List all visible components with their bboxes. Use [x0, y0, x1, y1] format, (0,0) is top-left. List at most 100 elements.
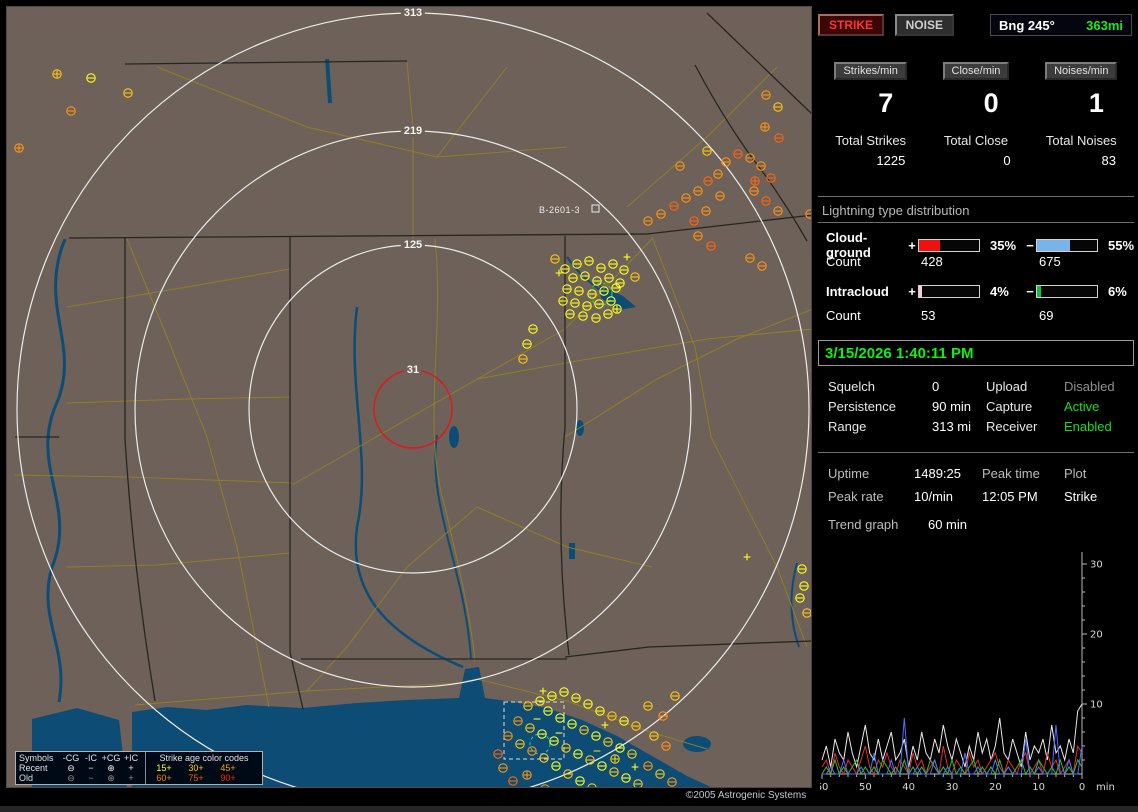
rate-badges-row: Strikes/min Close/min Noises/min — [818, 62, 1134, 80]
legend-old-label: Old — [19, 773, 34, 783]
rate-values-row: 7 0 1 — [818, 88, 1134, 119]
divider — [818, 222, 1134, 223]
total-close-value: 0 — [1003, 153, 1011, 168]
plot-label: Plot — [1064, 466, 1087, 481]
range-label: Range — [828, 418, 867, 434]
receiver-status-table: Squelch 0 Upload Disabled Persistence 90… — [818, 376, 1134, 436]
storm-cell-label: B-2601-3 — [539, 205, 581, 215]
age-45: 45+ — [220, 763, 236, 773]
trend-graph-header: Trend graph 60 min — [828, 517, 967, 532]
svg-text:min: min — [1096, 782, 1115, 793]
capture-label: Capture — [986, 398, 1033, 414]
ic-neg-pct: 6% — [1108, 284, 1127, 299]
strikes-per-min-badge: Strikes/min — [834, 62, 907, 80]
age-15: 15+ — [156, 763, 172, 773]
svg-text:10: 10 — [1090, 700, 1103, 711]
svg-text:20: 20 — [1090, 630, 1103, 641]
ic-pos-old-icon: + — [128, 773, 134, 783]
receiver-status: Enabled — [1064, 418, 1112, 434]
uptime-label: Uptime — [828, 466, 870, 481]
receiver-label: Receiver — [986, 418, 1038, 434]
minus-sign: − — [1026, 284, 1034, 299]
persistence-label: Persistence — [828, 398, 896, 414]
trend-graph-label: Trend graph — [828, 517, 899, 532]
ic-pos-count: 53 — [921, 308, 936, 323]
total-noises-value: 83 — [1101, 153, 1116, 168]
persistence-value: 90 min — [932, 398, 972, 414]
ic-pos-pct: 4% — [990, 284, 1009, 299]
trend-window-value: 60 min — [927, 517, 967, 532]
count-label: Count — [826, 254, 861, 269]
svg-text:30: 30 — [1090, 560, 1103, 571]
intracloud-row: Intracloud + 4% − 6% — [818, 284, 1134, 299]
cg-neg-bar — [1036, 238, 1098, 252]
map-legend: Symbols -CG -IC +CG +IC Recent ⊖ − ⊕ + O… — [15, 751, 263, 785]
intracloud-label: Intracloud — [826, 284, 889, 299]
cg-neg-old-icon: ⊖ — [67, 773, 75, 783]
count-label: Count — [826, 308, 861, 323]
svg-text:30: 30 — [946, 782, 959, 793]
cg-pos-pct: 35% — [990, 237, 1017, 253]
age-60: 60+ — [156, 773, 172, 783]
cg-pos-old-icon: ⊕ — [107, 773, 115, 783]
cg-neg-count: 675 — [1039, 254, 1061, 269]
ic-neg-old-icon: − — [88, 773, 94, 783]
total-strikes-label: Total Strikes — [835, 133, 907, 148]
cg-pos-bar — [918, 238, 980, 252]
water-bodies — [32, 285, 711, 787]
lightning-map[interactable]: 313 219 125 31 B-2601-3 Symbols -CG -IC … — [6, 6, 812, 788]
ic-pos-recent-icon: + — [128, 763, 134, 773]
legend-col-ic-pos: +IC — [123, 753, 139, 763]
plot-value: Strike — [1064, 489, 1098, 504]
trend-graph: 10 20 30 60 50 40 30 20 10 0 min — [820, 552, 1115, 793]
intracloud-count-row: Count 53 69 — [818, 308, 1134, 323]
noises-per-min-badge: Noises/min — [1045, 62, 1118, 80]
noise-mode-button[interactable]: NOISE — [894, 14, 954, 36]
svg-text:60: 60 — [820, 782, 828, 793]
upload-status: Disabled — [1064, 378, 1115, 394]
strike-mode-button[interactable]: STRIKE — [818, 14, 885, 36]
cg-neg-recent-icon: ⊖ — [67, 763, 75, 773]
age-90: 90+ — [220, 773, 236, 783]
bearing-readout: Bng 245° 363mi — [990, 14, 1132, 36]
svg-text:20: 20 — [989, 782, 1002, 793]
cg-pos-recent-icon: ⊕ — [107, 763, 115, 773]
divider — [818, 452, 1134, 453]
minus-sign: − — [1026, 237, 1034, 253]
copyright-text: ©2005 Astrogenic Systems — [686, 790, 807, 801]
capture-status: Active — [1064, 398, 1100, 414]
upload-label: Upload — [986, 378, 1028, 394]
peak-rate-label: Peak rate — [828, 489, 884, 504]
datetime-box: 3/15/2026 1:40:11 PM — [818, 340, 1134, 366]
squelch-label: Squelch — [828, 378, 875, 394]
status-panel: STRIKE NOISE Bng 245° 363mi Strikes/min … — [818, 6, 1134, 806]
close-per-min-value: 0 — [983, 88, 999, 118]
nexstorm-window: 313 219 125 31 B-2601-3 Symbols -CG -IC … — [0, 0, 1138, 812]
svg-text:10: 10 — [1032, 782, 1045, 793]
mode-toolbar: STRIKE NOISE Bng 245° 363mi — [818, 14, 1134, 38]
age-75: 75+ — [188, 773, 204, 783]
totals-values-row: 1225 0 83 — [818, 153, 1134, 168]
session-info-table: Uptime 1489:25 Peak time Plot Peak rate … — [818, 462, 1134, 508]
distribution-title: Lightning type distribution — [822, 203, 970, 218]
ring-label-31: 31 — [403, 364, 423, 376]
cloud-ground-count-row: Count 428 675 — [818, 254, 1134, 269]
ic-pos-bar — [918, 285, 980, 298]
datetime-text: 3/15/2026 1:40:11 PM — [825, 344, 974, 362]
plus-sign: + — [908, 284, 916, 299]
svg-text:0: 0 — [1079, 782, 1085, 793]
age-30: 30+ — [188, 763, 204, 773]
cell-marker-icon — [591, 204, 600, 213]
legend-recent-label: Recent — [19, 763, 48, 773]
svg-text:50: 50 — [859, 782, 872, 793]
cg-neg-pct: 55% — [1108, 237, 1135, 253]
peak-rate-value: 10/min — [914, 489, 954, 504]
squelch-value: 0 — [932, 378, 940, 394]
legend-symbols-header: Symbols — [19, 753, 54, 763]
cg-pos-count: 428 — [921, 254, 943, 269]
legend-age-header: Strike age color codes — [159, 753, 249, 763]
close-per-min-badge: Close/min — [942, 62, 1010, 80]
total-noises-label: Total Noises — [1045, 133, 1117, 148]
range-value: 313 mi — [932, 418, 972, 434]
legend-col-cg-neg: -CG — [62, 753, 80, 763]
